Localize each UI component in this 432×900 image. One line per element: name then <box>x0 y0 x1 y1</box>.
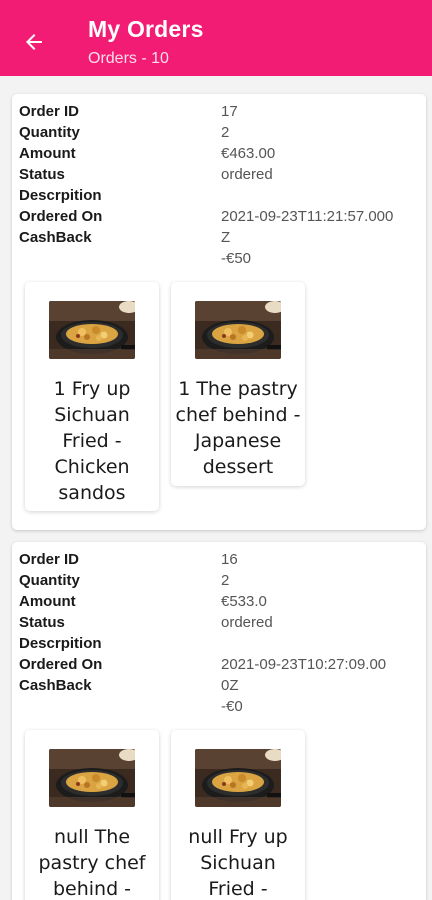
status-value: ordered <box>221 166 273 183</box>
ordered-on-label: Ordered On <box>19 656 103 673</box>
order-card[interactable]: Order ID 16 Quantity 2 Amount €533.0 Sta… <box>12 542 426 900</box>
amount-label: Amount <box>19 593 76 610</box>
order-item-card[interactable]: null Fry up Sichuan Fried - <box>171 730 305 900</box>
order-id-label: Order ID <box>19 103 80 120</box>
description-label: Descrpition <box>19 187 102 204</box>
amount-label: Amount <box>19 145 76 162</box>
ordered-on-value-suffix: Z <box>221 229 231 246</box>
ordered-on-label: Ordered On <box>19 208 103 225</box>
food-image-icon <box>195 301 281 359</box>
item-name: null Fry up Sichuan Fried - <box>188 826 288 900</box>
status-value: ordered <box>221 614 273 631</box>
orders-list[interactable]: Order ID 17 Quantity 2 Amount €463.00 St… <box>0 76 432 900</box>
ordered-on-value: 2021-09-23T10:27:09.00 <box>221 656 387 673</box>
food-image-icon <box>49 301 135 359</box>
item-name: null The pastry chef behind - <box>38 826 146 900</box>
order-item-card[interactable]: 1 Fry up Sichuan Fried - Chicken sandos <box>25 282 159 511</box>
cashback-value: -€0 <box>221 698 243 715</box>
item-name: 1 The pastry chef behind - Japanese dess… <box>175 378 301 478</box>
amount-value: €533.0 <box>221 593 267 610</box>
order-item-card[interactable]: null The pastry chef behind - <box>25 730 159 900</box>
food-image-icon <box>49 749 135 807</box>
quantity-value: 2 <box>221 124 230 141</box>
quantity-value: 2 <box>221 572 230 589</box>
food-image-icon <box>195 749 281 807</box>
status-label: Status <box>19 614 65 631</box>
item-name: 1 Fry up Sichuan Fried - Chicken sandos <box>53 378 131 504</box>
amount-value: €463.00 <box>221 145 276 162</box>
status-label: Status <box>19 166 65 183</box>
app-bar: My Orders Orders - 10 <box>0 0 432 76</box>
ordered-on-value-suffix: 0Z <box>221 677 239 694</box>
quantity-label: Quantity <box>19 124 80 141</box>
orders-count: Orders - 10 <box>88 50 169 67</box>
quantity-label: Quantity <box>19 572 80 589</box>
description-label: Descrpition <box>19 635 102 652</box>
ordered-on-value: 2021-09-23T11:21:57.000 <box>221 208 394 225</box>
page-title: My Orders <box>88 16 204 42</box>
cashback-value: -€50 <box>221 250 252 267</box>
back-button[interactable] <box>14 22 54 62</box>
cashback-label: CashBack <box>19 229 92 246</box>
cashback-label: CashBack <box>19 677 92 694</box>
order-id-value: 16 <box>221 551 238 568</box>
order-id-value: 17 <box>221 103 238 120</box>
order-card[interactable]: Order ID 17 Quantity 2 Amount €463.00 St… <box>12 94 426 530</box>
order-id-label: Order ID <box>19 551 80 568</box>
order-item-card[interactable]: 1 The pastry chef behind - Japanese dess… <box>171 282 305 486</box>
arrow-left-icon <box>26 34 42 50</box>
